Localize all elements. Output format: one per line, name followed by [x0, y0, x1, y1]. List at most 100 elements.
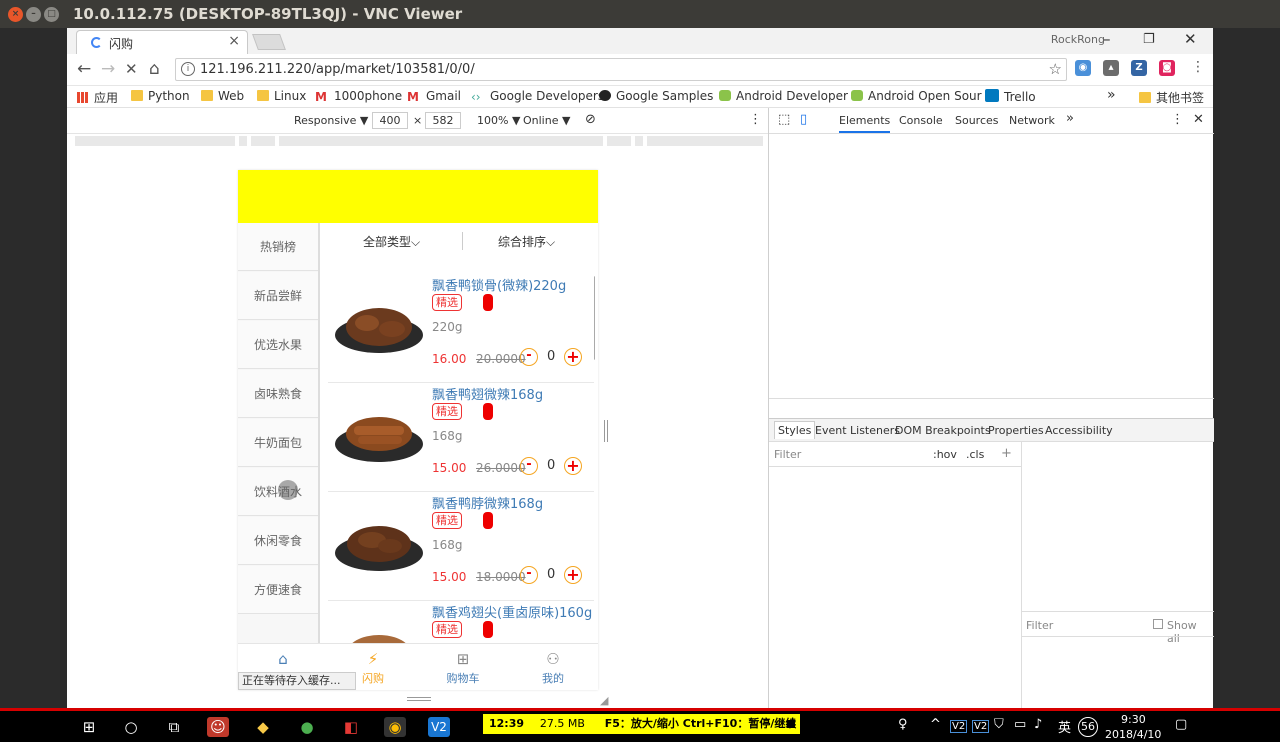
app-kingsoft-icon[interactable]: ◧ — [340, 717, 362, 737]
product-name[interactable]: 飘香鸡翅尖(重卤原味)160g — [432, 602, 592, 621]
resize-handle-bottom[interactable] — [407, 697, 431, 701]
product-name[interactable]: 飘香鸭翅微辣168g — [432, 384, 543, 403]
increase-button[interactable]: + — [564, 348, 582, 366]
address-bar[interactable]: i 121.196.211.220/app/market/103581/0/0/… — [175, 58, 1067, 81]
tray-expand-icon[interactable]: ^ — [930, 717, 941, 732]
url-text[interactable]: 121.196.211.220/app/market/103581/0/0/ — [200, 62, 475, 77]
minimize-icon[interactable]: – — [1103, 30, 1111, 48]
tab-elements[interactable]: Elements — [839, 114, 891, 133]
info-icon[interactable]: i — [181, 62, 195, 76]
product-item[interactable]: 飘香鸡翅尖(重卤原味)160g 精选 — [328, 602, 594, 643]
extension-red-icon[interactable]: ◙ — [1159, 60, 1175, 76]
panel-splitter[interactable] — [769, 398, 1214, 399]
home-icon[interactable]: ⌂ — [149, 59, 160, 79]
vnc-tray-icon[interactable]: V2 — [950, 720, 968, 733]
rotate-icon[interactable]: ⊘ — [585, 112, 596, 127]
product-item[interactable]: 飘香鸭锁骨(微辣)220g 精选 220g 16.00 20.0000 - 0 … — [328, 275, 594, 383]
tab-accessibility[interactable]: Accessibility — [1045, 424, 1113, 437]
decrease-button[interactable]: - — [520, 566, 538, 584]
stop-square-icon[interactable] — [787, 720, 795, 728]
minimize-icon[interactable]: – — [26, 7, 41, 22]
bookmark-android-open-source[interactable]: Android Open Sour — [851, 89, 982, 103]
tab-mine[interactable]: ⚇ 我的 — [508, 644, 598, 690]
volume-icon[interactable]: ♪ — [1034, 717, 1042, 732]
tab-network[interactable]: Network — [1009, 114, 1055, 127]
product-item[interactable]: 飘香鸭翅微辣168g 精选 168g 15.00 26.0000 - 0 + — [328, 384, 594, 492]
bookmark-linux[interactable]: Linux — [257, 89, 306, 103]
device-mode-select[interactable]: Responsive ▼ — [294, 114, 368, 127]
product-name[interactable]: 飘香鸭锁骨(微辣)220g — [432, 275, 566, 294]
device-menu-icon[interactable]: ⋮ — [749, 112, 762, 127]
bookmark-trello[interactable]: Trello — [985, 89, 1036, 104]
ime-indicator[interactable]: 英 — [1058, 717, 1071, 736]
vnc-app-icon[interactable]: V2 — [428, 717, 450, 737]
bookmark-google-samples[interactable]: Google Samples — [599, 89, 713, 103]
windows-start-icon[interactable]: ⊞ — [78, 717, 100, 737]
vnc-tray-icon-2[interactable]: V2 — [972, 720, 990, 733]
bookmark-gmail[interactable]: M Gmail — [407, 89, 461, 104]
product-name[interactable]: 飘香鸭脖微辣168g — [432, 493, 543, 512]
decrease-button[interactable]: - — [520, 348, 538, 366]
bookmark-other[interactable]: 其他书签 — [1139, 89, 1204, 106]
add-rule-icon[interactable]: + — [1001, 446, 1012, 461]
extension-cat-icon[interactable]: ▴ — [1103, 60, 1119, 76]
width-input[interactable]: 400 — [372, 112, 408, 129]
type-filter[interactable]: 全部类型⌵ — [363, 233, 420, 250]
decrease-button[interactable]: - — [520, 457, 538, 475]
app-green-icon[interactable]: ● — [296, 717, 318, 737]
clock-date[interactable]: 2018/4/10 — [1105, 728, 1161, 741]
devtools-close-icon[interactable]: ✕ — [1193, 112, 1204, 127]
clock-time[interactable]: 9:30 — [1121, 713, 1146, 726]
close-icon[interactable]: × — [8, 7, 23, 22]
profile-name[interactable]: RockRong — [1051, 33, 1105, 46]
bookmark-apps[interactable]: 应用 — [77, 89, 118, 106]
bookmark-web[interactable]: Web — [201, 89, 244, 103]
media-query-ruler[interactable] — [67, 134, 768, 148]
hov-toggle[interactable]: :hov — [933, 448, 957, 461]
sort-order-filter[interactable]: 综合排序⌵ — [498, 233, 555, 250]
increase-button[interactable]: + — [564, 566, 582, 584]
category-item[interactable]: 优选水果 — [238, 321, 318, 369]
increase-button[interactable]: + — [564, 457, 582, 475]
category-item[interactable]: 牛奶面包 — [238, 419, 318, 467]
zotero-icon[interactable]: Z — [1131, 60, 1147, 76]
back-icon[interactable]: ← — [77, 59, 91, 79]
category-item[interactable]: 方便速食 — [238, 566, 318, 614]
show-all-checkbox[interactable] — [1153, 619, 1163, 629]
bookmark-1000phone[interactable]: M 1000phone — [315, 89, 402, 104]
computed-filter-input[interactable]: Filter — [1026, 619, 1053, 632]
styles-filter-input[interactable]: Filter — [774, 448, 801, 461]
bookmark-google-developers[interactable]: ‹› Google Developers — [471, 89, 604, 104]
category-item[interactable]: 新品尝鲜 — [238, 272, 318, 320]
stop-icon[interactable]: ✕ — [125, 60, 138, 78]
cls-toggle[interactable]: .cls — [966, 448, 984, 461]
more-tabs-icon[interactable]: » — [1066, 111, 1074, 126]
tab-sources[interactable]: Sources — [955, 114, 999, 127]
tab-event-listeners[interactable]: Event Listeners — [815, 424, 900, 437]
bookmark-python[interactable]: Python — [131, 89, 190, 103]
restore-icon[interactable]: ❐ — [1143, 32, 1155, 47]
notification-icon[interactable]: ▢ — [1175, 717, 1187, 732]
bookmarks-overflow-icon[interactable]: » — [1107, 87, 1116, 103]
people-icon[interactable]: ♀ — [898, 717, 908, 732]
tab-close-icon[interactable]: × — [228, 33, 240, 49]
bookmark-star-icon[interactable]: ☆ — [1049, 60, 1062, 78]
inspect-icon[interactable]: ⬚ — [778, 112, 790, 127]
search-icon[interactable]: ○ — [120, 717, 142, 737]
tab-console[interactable]: Console — [899, 114, 943, 127]
chrome-icon[interactable]: ◉ — [384, 717, 406, 737]
category-item[interactable]: 热销榜 — [238, 223, 318, 271]
bookmark-android-developer[interactable]: Android Developer — [719, 89, 848, 103]
height-input[interactable]: 582 — [425, 112, 461, 129]
counter-badge[interactable]: 56 — [1078, 717, 1098, 737]
tab-dom-breakpoints[interactable]: DOM Breakpoints — [895, 424, 991, 437]
resize-handle-right[interactable] — [604, 420, 608, 442]
extension-icon[interactable]: ◉ — [1075, 60, 1091, 76]
device-toggle-icon[interactable]: ▯ — [800, 112, 807, 127]
app-avatar-icon[interactable]: ☺ — [207, 717, 229, 737]
product-item[interactable]: 飘香鸭脖微辣168g 精选 168g 15.00 18.0000 - 0 + — [328, 493, 594, 601]
network-icon[interactable]: ▭ — [1014, 717, 1026, 732]
app-bird-icon[interactable]: ◆ — [252, 717, 274, 737]
task-view-icon[interactable]: ⧉ — [163, 717, 185, 737]
browser-tab[interactable]: 闪购 × — [76, 30, 248, 54]
